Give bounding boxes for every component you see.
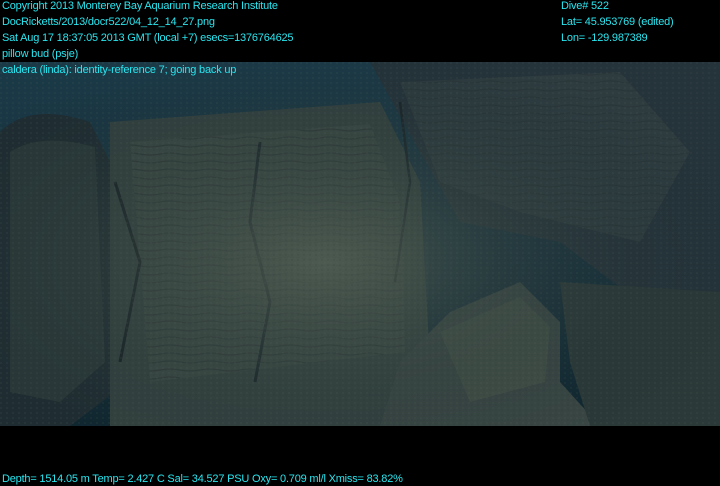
datetime-text: Sat Aug 17 18:37:05 2013 GMT (local +7) …	[2, 32, 294, 44]
filename-text: DocRicketts/2013/docr522/04_12_14_27.png	[2, 16, 215, 28]
longitude-readout: Lon= -129.987389	[561, 32, 648, 44]
photo-frame: Copyright 2013 Monterey Bay Aquarium Res…	[0, 0, 720, 486]
annotation-note: caldera (linda): identity-reference 7; g…	[2, 64, 237, 76]
object-label: pillow bud (psje)	[2, 48, 79, 60]
seafloor-lava-photo	[0, 62, 720, 426]
sensor-readout: Depth= 1514.05 m Temp= 2.427 C Sal= 34.5…	[2, 473, 403, 485]
latitude-readout: Lat= 45.953769 (edited)	[561, 16, 674, 28]
dive-number: Dive# 522	[561, 0, 609, 12]
copyright-text: Copyright 2013 Monterey Bay Aquarium Res…	[2, 0, 278, 12]
